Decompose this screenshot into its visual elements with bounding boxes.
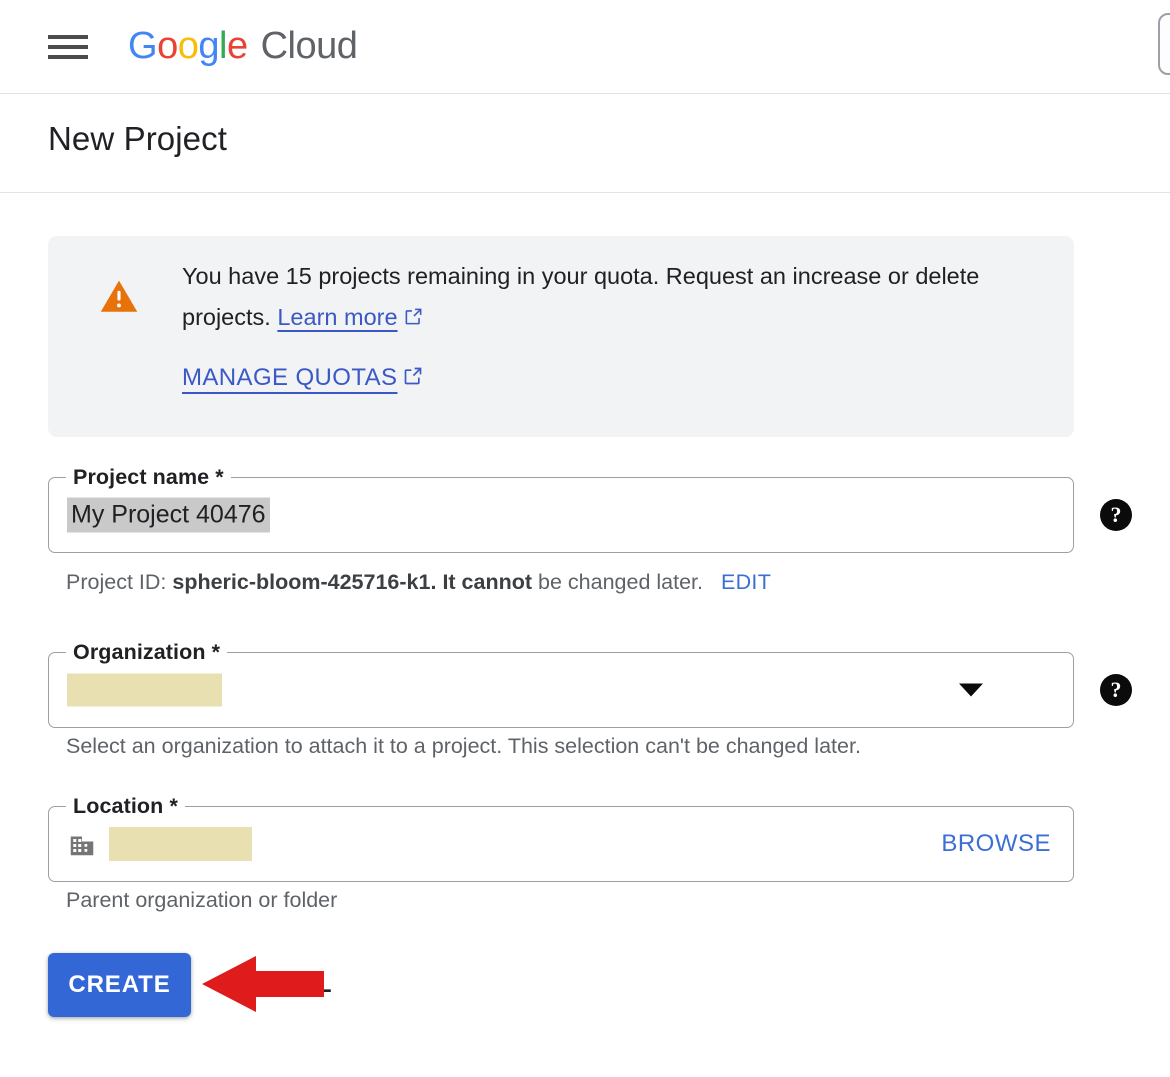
organization-hint: Select an organization to attach it to a…	[66, 734, 861, 759]
project-id-hint: Project ID: spheric-bloom-425716-k1. It …	[66, 570, 771, 595]
location-field: Location * BROWSE	[48, 806, 1074, 882]
cancel-button[interactable]: CANCEL	[213, 953, 346, 1017]
location-input-outline[interactable]: Location * BROWSE	[48, 806, 1074, 882]
page-header: New Project	[0, 94, 1170, 193]
google-cloud-logo[interactable]: Google Cloud	[128, 20, 357, 72]
help-circle-icon[interactable]: ?	[1100, 499, 1132, 531]
manage-quotas-link[interactable]: MANAGE QUOTAS	[182, 364, 423, 393]
google-wordmark: Google	[128, 25, 248, 68]
quota-text-line-1: You have 15 projects remaining in your q…	[182, 263, 909, 289]
external-link-icon	[404, 298, 423, 339]
chevron-down-icon[interactable]	[959, 684, 983, 697]
organization-select-outline[interactable]: Organization *	[48, 652, 1074, 728]
hamburger-bar	[48, 55, 88, 59]
manage-quotas-label: MANAGE QUOTAS	[182, 364, 397, 391]
project-name-field: Project name * My Project 40476 ?	[48, 477, 1074, 553]
project-name-input-outline[interactable]: Project name * My Project 40476	[48, 477, 1074, 553]
help-circle-icon[interactable]: ?	[1100, 674, 1132, 706]
organization-label: Organization *	[66, 640, 227, 665]
location-label: Location *	[66, 794, 185, 819]
search-input[interactable]	[1158, 13, 1170, 75]
location-hint: Parent organization or folder	[66, 888, 337, 913]
project-id-value: spheric-bloom-425716-k1.	[172, 570, 436, 594]
project-id-cannot: It cannot	[442, 570, 532, 594]
cloud-wordmark: Cloud	[261, 25, 358, 68]
project-id-prefix: Project ID:	[66, 570, 166, 594]
hamburger-bar	[48, 45, 88, 49]
create-button[interactable]: CREATE	[48, 953, 191, 1017]
project-id-suffix: be changed later.	[538, 570, 703, 594]
project-name-label: Project name *	[66, 465, 231, 490]
learn-more-label: Learn more	[277, 304, 397, 330]
location-value-redacted[interactable]	[109, 827, 252, 861]
warning-triangle-icon	[98, 275, 140, 317]
quota-banner-text: You have 15 projects remaining in your q…	[182, 256, 1012, 339]
page-title: New Project	[48, 120, 227, 158]
organization-field: Organization * ?	[48, 652, 1074, 728]
organization-value-redacted[interactable]	[67, 674, 222, 707]
hamburger-bar	[48, 35, 88, 39]
browse-button[interactable]: BROWSE	[941, 830, 1051, 858]
external-link-icon	[403, 365, 423, 393]
new-project-page: Google Cloud New Project You have 15 pro…	[0, 0, 1170, 1077]
learn-more-link[interactable]: Learn more	[277, 304, 422, 330]
hamburger-menu-icon[interactable]	[48, 32, 88, 62]
quota-banner: You have 15 projects remaining in your q…	[48, 236, 1074, 437]
top-app-bar: Google Cloud	[0, 0, 1170, 94]
edit-project-id-link[interactable]: EDIT	[721, 570, 771, 594]
building-icon	[67, 829, 97, 859]
project-name-input[interactable]: My Project 40476	[67, 498, 270, 533]
